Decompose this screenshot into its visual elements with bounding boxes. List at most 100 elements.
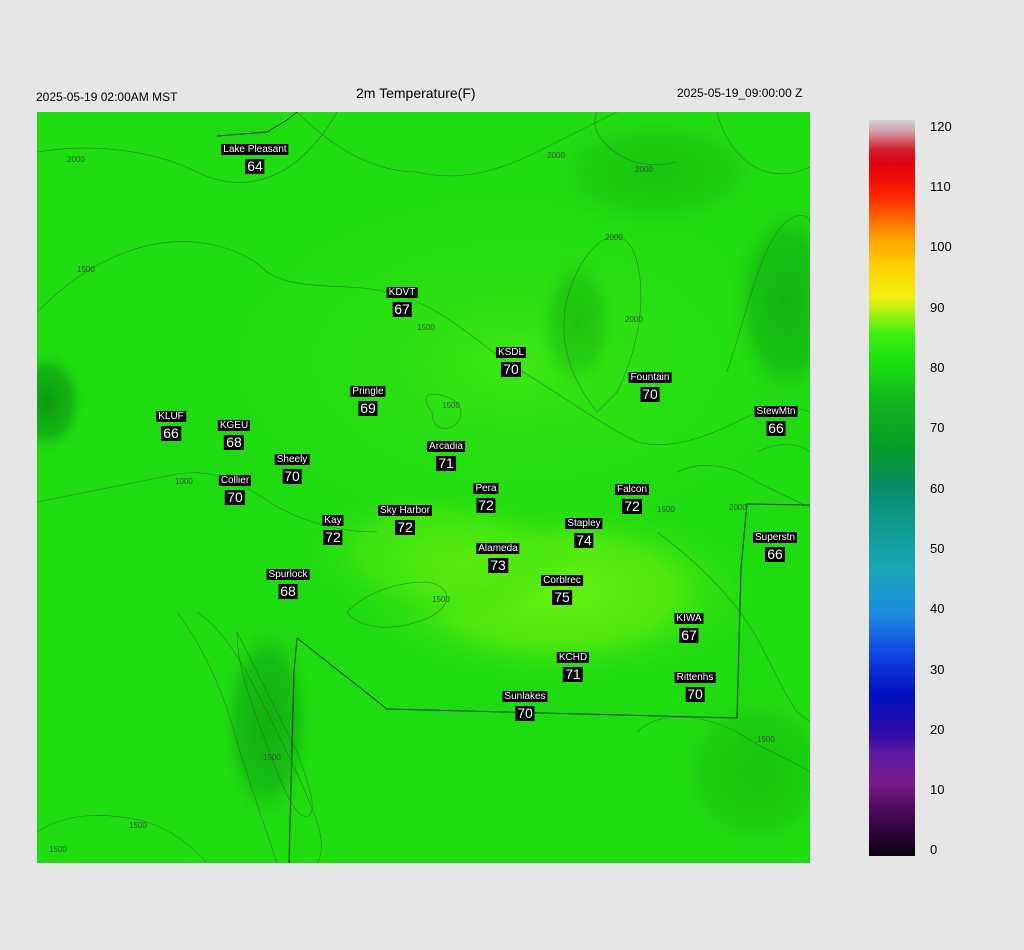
station-temperature: 72 xyxy=(622,498,642,514)
valid-time-local: 2025-05-19 02:00AM MST xyxy=(36,90,178,104)
station-sheely[interactable]: Sheely 70 xyxy=(274,449,310,484)
colorbar-tick: 100 xyxy=(930,239,952,254)
contour-label: 2000 xyxy=(625,315,643,324)
station-pringle[interactable]: Pringle 69 xyxy=(350,381,386,416)
station-name: Fountain xyxy=(628,372,672,383)
station-temperature: 74 xyxy=(574,532,594,548)
station-temperature: 71 xyxy=(436,455,456,471)
contour-label: 1500 xyxy=(417,323,435,332)
contour-label: 1500 xyxy=(49,845,67,854)
colorbar-tick: 70 xyxy=(930,420,945,435)
colorbar-tick: 0 xyxy=(930,842,938,857)
station-name: Pringle xyxy=(350,386,386,397)
contour-label: 2000 xyxy=(67,155,85,164)
station-temperature: 66 xyxy=(765,546,785,562)
station-temperature: 75 xyxy=(552,589,572,605)
station-temperature: 66 xyxy=(161,425,181,441)
station-temperature: 70 xyxy=(225,489,245,505)
station-temperature: 64 xyxy=(245,158,265,174)
station-name: KSDL xyxy=(495,347,527,358)
station-stapley[interactable]: Stapley 74 xyxy=(565,513,603,548)
colorbar-tick: 120 xyxy=(930,119,952,134)
contour-label: 2000 xyxy=(605,233,623,242)
station-name: Spurlock xyxy=(266,569,310,580)
station-temperature: 72 xyxy=(323,529,343,545)
station-superstn[interactable]: Superstn 66 xyxy=(752,527,798,562)
contour-label: 1500 xyxy=(263,753,281,762)
station-ksdl[interactable]: KSDL 70 xyxy=(495,342,527,377)
station-sky-harbor[interactable]: Sky Harbor 72 xyxy=(377,500,433,535)
station-fountain[interactable]: Fountain 70 xyxy=(628,367,672,402)
station-name: Lake Pleasant xyxy=(221,144,289,155)
station-temperature: 66 xyxy=(766,420,786,436)
station-name: Arcadia xyxy=(427,441,465,452)
station-name: Kay xyxy=(322,515,344,526)
contour-label: 1500 xyxy=(432,595,450,604)
station-name: Collier xyxy=(218,475,252,486)
contour-label: 1000 xyxy=(175,477,193,486)
station-temperature: 70 xyxy=(685,686,705,702)
colorbar-tick: 50 xyxy=(930,541,945,556)
station-pera[interactable]: Pera 72 xyxy=(473,478,499,513)
station-name: StewMtn xyxy=(754,406,798,417)
map-background: 2000 1500 1000 1500 2000 2000 2000 2000 … xyxy=(37,112,810,863)
valid-time-utc: 2025-05-19_09:00:00 Z xyxy=(677,86,803,100)
station-name: Alameda xyxy=(476,543,520,554)
station-temperature: 70 xyxy=(640,386,660,402)
temperature-map: 2000 1500 1000 1500 2000 2000 2000 2000 … xyxy=(37,112,810,863)
colorbar-tick: 60 xyxy=(930,481,945,496)
cool-region-southeast xyxy=(667,682,810,862)
colorbar-tick: 30 xyxy=(930,662,945,677)
station-lake-pleasant[interactable]: Lake Pleasant 64 xyxy=(221,139,289,174)
station-kgeu[interactable]: KGEU 68 xyxy=(217,415,251,450)
station-temperature: 70 xyxy=(501,361,521,377)
station-falcon[interactable]: Falcon 72 xyxy=(614,479,650,514)
cool-region-north xyxy=(537,112,777,232)
colorbar-tick: 80 xyxy=(930,360,945,375)
map-title: 2m Temperature(F) xyxy=(356,85,476,101)
station-kiwa[interactable]: KIWA 67 xyxy=(674,608,704,643)
station-temperature: 70 xyxy=(515,705,535,721)
station-arcadia[interactable]: Arcadia 71 xyxy=(427,436,465,471)
station-name: Sheely xyxy=(274,454,310,465)
station-name: KIWA xyxy=(674,613,704,624)
station-collier[interactable]: Collier 70 xyxy=(218,470,252,505)
contour-label: 1500 xyxy=(757,735,775,744)
cool-region-west xyxy=(37,347,87,457)
station-temperature: 73 xyxy=(488,557,508,573)
station-name: Superstn xyxy=(752,532,798,543)
station-name: Sky Harbor xyxy=(377,505,433,516)
contour-label: 1500 xyxy=(129,821,147,830)
station-kchd[interactable]: KCHD 71 xyxy=(556,647,590,682)
colorbar-tick: 10 xyxy=(930,782,945,797)
colorbar-tick: 40 xyxy=(930,601,945,616)
station-kluf[interactable]: KLUF 66 xyxy=(156,406,186,441)
station-rittenhs[interactable]: Rittenhs 70 xyxy=(674,667,716,702)
station-name: KCHD xyxy=(556,652,590,663)
station-temperature: 72 xyxy=(476,497,496,513)
colorbar-tick: 110 xyxy=(930,179,951,194)
station-corblrec[interactable]: Corblrec 75 xyxy=(541,570,583,605)
station-temperature: 68 xyxy=(224,434,244,450)
station-alameda[interactable]: Alameda 73 xyxy=(476,538,520,573)
station-stewmtn[interactable]: StewMtn 66 xyxy=(754,401,798,436)
station-name: Corblrec xyxy=(541,575,583,586)
contour-label: 2000 xyxy=(547,151,565,160)
station-temperature: 71 xyxy=(563,666,583,682)
station-spurlock[interactable]: Spurlock 68 xyxy=(266,564,310,599)
station-temperature: 67 xyxy=(392,301,412,317)
cool-region-ridge xyxy=(217,612,317,832)
contour-label: 1500 xyxy=(657,505,675,514)
station-temperature: 70 xyxy=(282,468,302,484)
station-sunlakes[interactable]: Sunlakes 70 xyxy=(502,686,548,721)
station-name: KLUF xyxy=(156,411,186,422)
station-name: Falcon xyxy=(614,484,650,495)
contour-label: 2000 xyxy=(729,503,747,512)
station-temperature: 67 xyxy=(679,627,699,643)
station-kdvt[interactable]: KDVT 67 xyxy=(386,282,418,317)
station-name: Rittenhs xyxy=(674,672,716,683)
contour-label: 1500 xyxy=(442,401,460,410)
station-kay[interactable]: Kay 72 xyxy=(322,510,344,545)
station-name: Sunlakes xyxy=(502,691,548,702)
station-name: KGEU xyxy=(217,420,251,431)
